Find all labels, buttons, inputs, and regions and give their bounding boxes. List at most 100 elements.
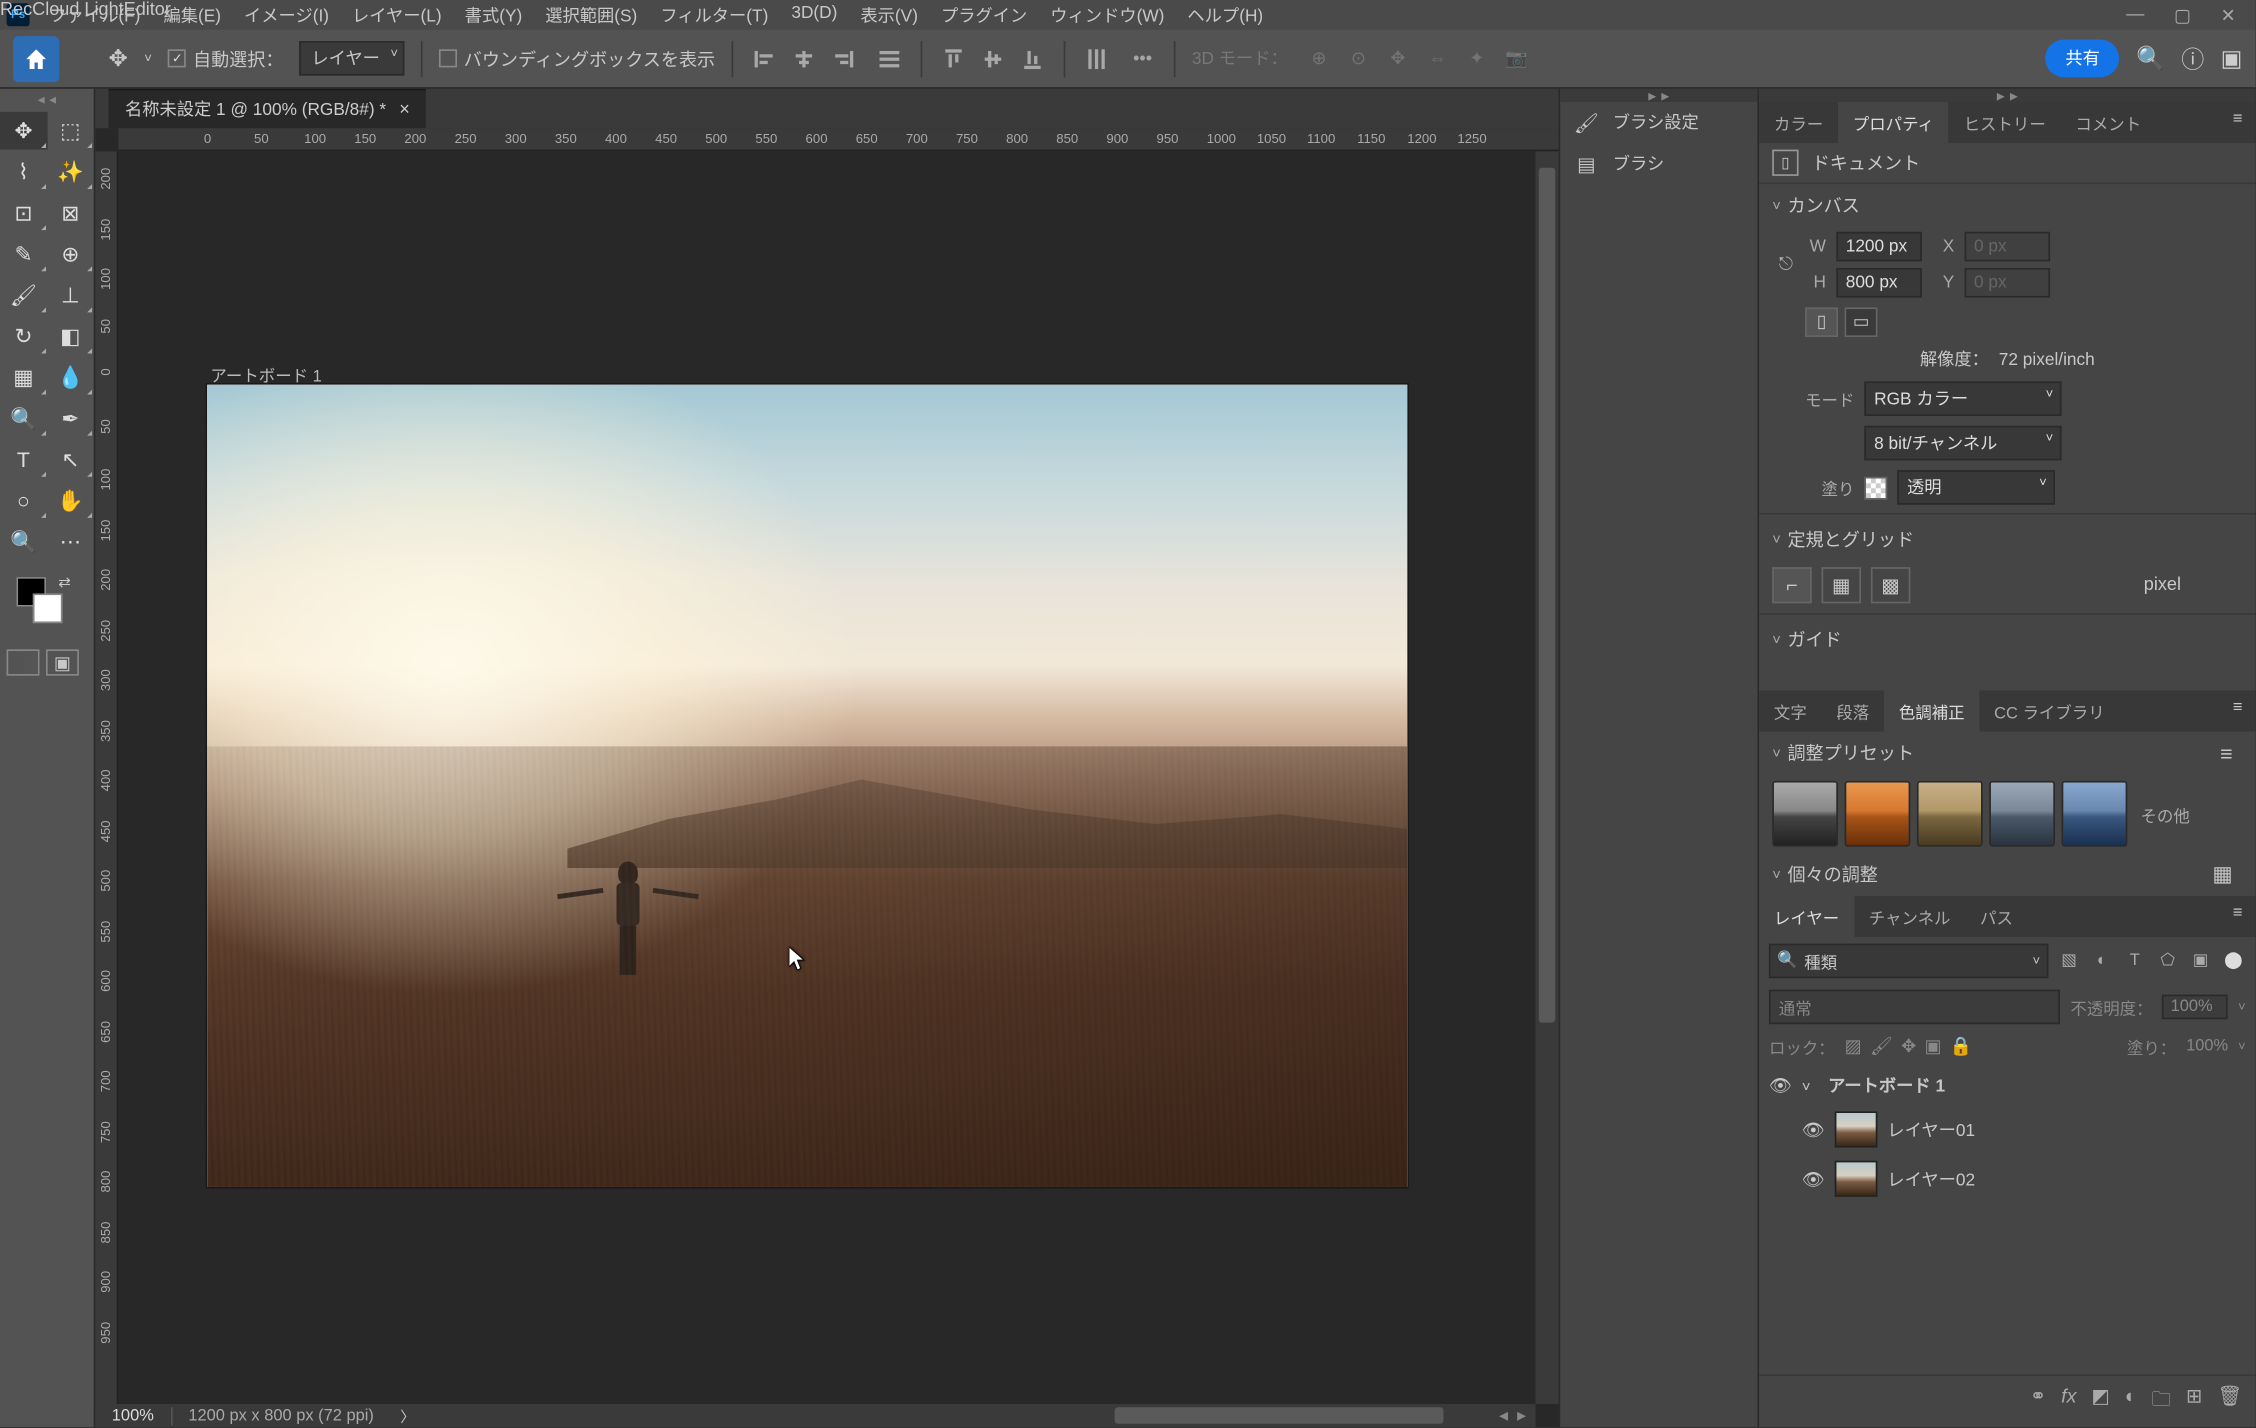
menu-help[interactable]: ヘルプ(H) bbox=[1178, 0, 1273, 30]
layer-row[interactable]: 👁 レイヤー02 bbox=[1759, 1154, 2255, 1203]
layer-style-icon[interactable]: fx bbox=[2061, 1384, 2076, 1419]
align-center-h-icon[interactable] bbox=[789, 44, 819, 74]
tab-character[interactable]: 文字 bbox=[1759, 690, 1821, 731]
align-top-icon[interactable] bbox=[939, 44, 969, 74]
show-bbox-checkbox[interactable]: バウンディングボックスを表示 bbox=[439, 45, 715, 71]
presets-header[interactable]: 調整プリセット ≡ bbox=[1759, 732, 2255, 775]
align-right-icon[interactable] bbox=[829, 44, 859, 74]
3d-pan-icon[interactable]: ✥ bbox=[1383, 44, 1413, 74]
3d-zoom-icon[interactable]: ✦ bbox=[1462, 44, 1492, 74]
shape-tool[interactable]: ○ bbox=[0, 482, 47, 520]
scroll-right-icon[interactable]: ► bbox=[1514, 1407, 1529, 1423]
link-dimensions-icon[interactable]: ⎋ bbox=[1779, 254, 1793, 275]
lock-artboard-icon[interactable]: ▣ bbox=[1924, 1036, 1941, 1057]
pen-tool[interactable]: ✒ bbox=[47, 399, 94, 437]
preset-blue[interactable] bbox=[2062, 781, 2128, 847]
more-options-icon[interactable]: ••• bbox=[1128, 44, 1158, 74]
bit-depth-select[interactable]: 8 bit/チャンネル bbox=[1864, 426, 2061, 461]
history-brush-tool[interactable]: ↻ bbox=[0, 317, 47, 355]
scroll-left-icon[interactable]: ◄ bbox=[1496, 1407, 1511, 1423]
menu-filter[interactable]: フィルター(T) bbox=[650, 0, 778, 30]
document-tab[interactable]: 名称未設定 1 @ 100% (RGB/8#) * × bbox=[109, 89, 427, 128]
gradient-tool[interactable]: ▦ bbox=[0, 358, 47, 396]
layer-filter-select[interactable]: 🔍 種類 ˅ bbox=[1769, 944, 2048, 979]
3d-slide-icon[interactable]: ⇔ bbox=[1423, 44, 1453, 74]
artboard-label[interactable]: アートボード 1 bbox=[210, 362, 321, 387]
menu-type[interactable]: 書式(Y) bbox=[455, 0, 532, 30]
zoom-level[interactable]: 100% bbox=[95, 1406, 170, 1424]
preset-warm[interactable] bbox=[1845, 781, 1911, 847]
expand-toggle[interactable]: ˅ bbox=[1802, 1078, 1818, 1094]
scrollbar-vertical[interactable] bbox=[1535, 151, 1558, 1404]
ruler-vertical[interactable]: 2001501005005010015020025030035040045050… bbox=[95, 151, 118, 1427]
menu-select[interactable]: 選択範囲(S) bbox=[535, 0, 647, 30]
filter-adjustment-icon[interactable]: ◐ bbox=[2090, 949, 2115, 974]
wand-tool[interactable]: ✨ bbox=[47, 153, 94, 191]
preset-sepia[interactable] bbox=[1917, 781, 1983, 847]
link-layers-icon[interactable]: ⚭ bbox=[2030, 1384, 2047, 1419]
auto-select-checkbox[interactable]: 自動選択： bbox=[168, 45, 283, 71]
filter-toggle-icon[interactable]: ⬤ bbox=[2221, 949, 2246, 974]
move-tool[interactable]: ✥ bbox=[0, 112, 47, 150]
tab-color[interactable]: カラー bbox=[1759, 102, 1838, 143]
help-icon[interactable]: ⓘ bbox=[2181, 42, 2204, 75]
menu-plugin[interactable]: プラグイン bbox=[931, 0, 1037, 30]
lock-transparency-icon[interactable]: ▨ bbox=[1845, 1036, 1862, 1057]
guides-section-header[interactable]: ガイド bbox=[1759, 618, 2255, 661]
brush-panel-button[interactable]: ▤ ブラシ bbox=[1560, 143, 1757, 184]
tab-history[interactable]: ヒストリー bbox=[1949, 102, 2061, 143]
screen-mode-button[interactable]: ▣ bbox=[46, 649, 79, 675]
layer-mask-icon[interactable]: ◩ bbox=[2091, 1384, 2110, 1419]
share-button[interactable]: 共有 bbox=[2046, 39, 2120, 77]
tab-properties[interactable]: プロパティ bbox=[1838, 102, 1949, 143]
visibility-toggle[interactable]: 👁 bbox=[1802, 1168, 1825, 1189]
tab-cc-libraries[interactable]: CC ライブラリ bbox=[1979, 690, 2119, 731]
visibility-toggle[interactable]: 👁 bbox=[1802, 1119, 1825, 1140]
brush-settings-panel-button[interactable]: 🖌 ブラシ設定 bbox=[1560, 102, 1757, 143]
filter-smart-icon[interactable]: ▣ bbox=[2188, 949, 2213, 974]
swap-colors-icon[interactable]: ⇄ bbox=[58, 574, 70, 592]
menu-layer[interactable]: レイヤー(L) bbox=[342, 0, 451, 30]
ruler-horizontal[interactable]: 0501001502002503003504004505005506006507… bbox=[118, 128, 1558, 151]
dodge-tool[interactable]: 🔍 bbox=[0, 399, 47, 437]
tab-layers[interactable]: レイヤー bbox=[1759, 896, 1854, 937]
filter-pixel-icon[interactable]: ▧ bbox=[2057, 949, 2082, 974]
panel-menu-icon[interactable]: ≡ bbox=[2220, 896, 2256, 937]
lock-pixels-icon[interactable]: 🖌 bbox=[1870, 1036, 1893, 1057]
width-input[interactable] bbox=[1836, 232, 1921, 262]
tab-paths[interactable]: パス bbox=[1965, 896, 2027, 937]
opacity-input[interactable]: 100% bbox=[2162, 995, 2228, 1020]
3d-orbit-icon[interactable]: ⊕ bbox=[1304, 44, 1334, 74]
adjustment-layer-icon[interactable]: ◐ bbox=[2125, 1384, 2137, 1419]
distribute-v-icon[interactable] bbox=[1082, 44, 1112, 74]
ruler-toggle[interactable]: ⌐ bbox=[1772, 567, 1811, 603]
menu-3d[interactable]: 3D(D) bbox=[781, 0, 847, 30]
collapse-grip[interactable]: ◄◄ bbox=[0, 95, 94, 108]
background-swatch[interactable] bbox=[33, 593, 63, 623]
align-bottom-icon[interactable] bbox=[1018, 44, 1048, 74]
home-button[interactable] bbox=[13, 35, 59, 81]
color-mode-select[interactable]: RGB カラー bbox=[1864, 381, 2061, 416]
layer-artboard[interactable]: 👁 ˅ アートボード 1 bbox=[1759, 1067, 2255, 1105]
scrollbar-horizontal[interactable] bbox=[425, 1404, 1490, 1427]
brush-tool[interactable]: 🖌 bbox=[0, 276, 47, 314]
visibility-toggle[interactable]: 👁 bbox=[1769, 1075, 1792, 1096]
artboard[interactable] bbox=[207, 385, 1407, 1187]
align-left-icon[interactable] bbox=[750, 44, 780, 74]
hand-tool[interactable]: ✋ bbox=[47, 482, 94, 520]
portrait-button[interactable]: ▯ bbox=[1805, 307, 1838, 337]
close-button[interactable]: ✕ bbox=[2221, 4, 2236, 25]
height-input[interactable] bbox=[1836, 268, 1921, 298]
auto-select-target-dropdown[interactable]: レイヤー bbox=[300, 41, 405, 76]
tab-adjustments[interactable]: 色調補正 bbox=[1884, 690, 1979, 731]
filter-shape-icon[interactable]: ⬠ bbox=[2155, 949, 2180, 974]
crop-tool[interactable]: ⊡ bbox=[0, 194, 47, 232]
layer-row[interactable]: 👁 レイヤー01 bbox=[1759, 1105, 2255, 1154]
eraser-tool[interactable]: ◧ bbox=[47, 317, 94, 355]
workspace-icon[interactable]: ▣ bbox=[2221, 44, 2243, 72]
eyedropper-tool[interactable]: ✎ bbox=[0, 235, 47, 273]
layer-group-icon[interactable]: 🗀 bbox=[2151, 1384, 2171, 1419]
filter-type-icon[interactable]: T bbox=[2122, 949, 2147, 974]
tab-channels[interactable]: チャンネル bbox=[1854, 896, 1965, 937]
delete-layer-icon[interactable]: 🗑 bbox=[2217, 1384, 2242, 1419]
